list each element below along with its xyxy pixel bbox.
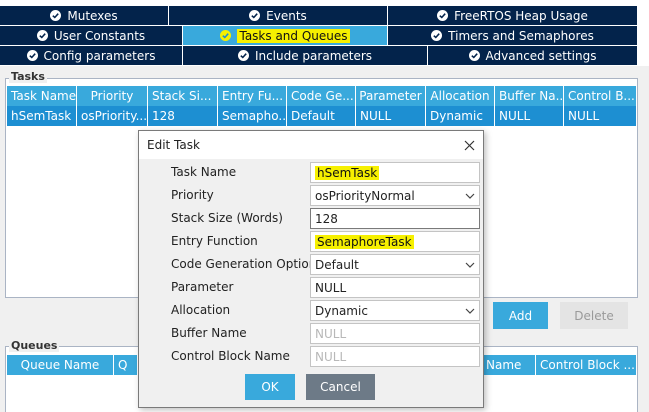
column-header[interactable]: Code Ge... <box>287 86 356 106</box>
table-cell: 128 <box>148 106 218 126</box>
tab-mutexes[interactable]: Mutexes <box>0 6 168 25</box>
column-header[interactable]: Priority <box>77 86 148 106</box>
table-cell: NULL <box>356 106 426 126</box>
config-tab-bar: Mutexes Events FreeRTOS Heap Usage User … <box>0 0 649 66</box>
allocation-select[interactable]: Dynamic <box>310 300 480 321</box>
column-header[interactable]: Entry Fu... <box>218 86 287 106</box>
tab-advanced-settings[interactable]: Advanced settings <box>428 46 637 65</box>
close-icon[interactable] <box>461 137 477 153</box>
stack-size-field[interactable]: 128 <box>310 208 480 229</box>
code-generation-option-value: Default <box>315 257 359 272</box>
chevron-down-icon <box>465 308 475 314</box>
column-header[interactable]: Buffer Na... <box>495 86 564 106</box>
check-circle-icon <box>26 50 38 61</box>
tasks-table-header: Task Name Priority Stack Si... Entry Fu.… <box>7 86 636 106</box>
code-generation-option-select[interactable]: Default <box>310 254 480 275</box>
check-circle-icon <box>50 10 62 21</box>
chevron-down-icon <box>465 193 475 199</box>
control-block-name-label: Control Block Name <box>171 349 290 363</box>
check-circle-icon <box>437 10 449 21</box>
priority-value: osPriorityNormal <box>315 188 415 203</box>
parameter-field[interactable]: NULL <box>310 277 480 298</box>
column-header[interactable]: Q <box>114 355 138 375</box>
allocation-label: Allocation <box>171 303 231 317</box>
table-cell: NULL <box>564 106 636 126</box>
check-circle-icon <box>237 50 249 61</box>
tab-config-parameters[interactable]: Config parameters <box>0 46 182 65</box>
allocation-value: Dynamic <box>315 303 368 318</box>
check-circle-icon <box>468 50 480 61</box>
entry-function-field[interactable]: SemaphoreTask <box>310 231 480 252</box>
tab-freertos-heap-usage[interactable]: FreeRTOS Heap Usage <box>388 6 637 25</box>
column-header[interactable]: Parameter <box>356 86 426 106</box>
queues-group-label: Queues <box>9 339 60 352</box>
tab-include-parameters[interactable]: Include parameters <box>183 46 427 65</box>
tab-timers-and-semaphores[interactable]: Timers and Semaphores <box>388 26 637 45</box>
tab-user-constants[interactable]: User Constants <box>0 26 182 45</box>
tab-label: User Constants <box>53 28 146 43</box>
task-name-value: hSemTask <box>315 165 380 180</box>
check-circle-icon <box>249 10 261 21</box>
control-block-name-field[interactable]: NULL <box>310 346 480 367</box>
buffer-name-value: NULL <box>315 326 347 341</box>
check-circle-icon <box>220 30 232 41</box>
priority-label: Priority <box>171 188 214 202</box>
buffer-name-field[interactable]: NULL <box>310 323 480 344</box>
column-header[interactable]: Name <box>482 355 536 375</box>
ok-button[interactable]: OK <box>245 374 295 400</box>
tab-label: Include parameters <box>254 48 373 63</box>
column-header[interactable]: Control B... <box>564 86 636 106</box>
tab-tasks-and-queues[interactable]: Tasks and Queues <box>183 26 387 45</box>
tasks-group-label: Tasks <box>9 70 47 83</box>
table-row[interactable]: hSemTask osPriority... 128 Semapho... De… <box>7 106 636 126</box>
edit-task-dialog: Edit Task Task Name Priority Stack Size … <box>138 130 484 408</box>
table-cell: Dynamic <box>426 106 495 126</box>
check-circle-icon <box>431 30 443 41</box>
tab-label: FreeRTOS Heap Usage <box>454 8 588 23</box>
tab-label: Tasks and Queues <box>237 28 350 43</box>
table-cell: hSemTask <box>7 106 77 126</box>
cancel-button[interactable]: Cancel <box>306 374 375 400</box>
priority-select[interactable]: osPriorityNormal <box>310 185 480 206</box>
add-task-button[interactable]: Add <box>493 302 548 329</box>
check-circle-icon <box>36 30 48 41</box>
dialog-title: Edit Task <box>147 138 200 152</box>
tab-label: Config parameters <box>43 48 156 63</box>
task-name-label: Task Name <box>171 165 237 179</box>
tab-label: Advanced settings <box>485 48 597 63</box>
tab-label: Mutexes <box>67 8 118 23</box>
parameter-value: NULL <box>315 280 347 295</box>
control-block-name-value: NULL <box>315 349 347 364</box>
table-cell: Semapho... <box>218 106 287 126</box>
chevron-down-icon <box>465 262 475 268</box>
table-cell: Default <box>287 106 356 126</box>
table-cell: osPriority... <box>77 106 148 126</box>
tab-label: Events <box>266 8 307 23</box>
tab-label: Timers and Semaphores <box>448 28 594 43</box>
stack-size-value: 128 <box>315 211 338 226</box>
entry-function-label: Entry Function <box>171 234 258 248</box>
column-header[interactable]: Allocation <box>426 86 495 106</box>
dialog-title-bar: Edit Task <box>139 131 483 159</box>
code-generation-option-label: Code Generation Option <box>171 257 311 271</box>
entry-function-value: SemaphoreTask <box>315 234 414 249</box>
column-header[interactable]: Queue Name <box>7 355 114 375</box>
tab-events[interactable]: Events <box>169 6 387 25</box>
buffer-name-label: Buffer Name <box>171 326 247 340</box>
column-header[interactable]: Control Block ... <box>536 355 636 375</box>
column-header[interactable]: Stack Si... <box>148 86 218 106</box>
table-cell: NULL <box>495 106 564 126</box>
column-header[interactable]: Task Name <box>7 86 77 106</box>
stack-size-label: Stack Size (Words) <box>171 211 283 225</box>
parameter-label: Parameter <box>171 280 234 294</box>
task-name-field[interactable]: hSemTask <box>310 162 480 183</box>
delete-task-button[interactable]: Delete <box>560 302 628 329</box>
